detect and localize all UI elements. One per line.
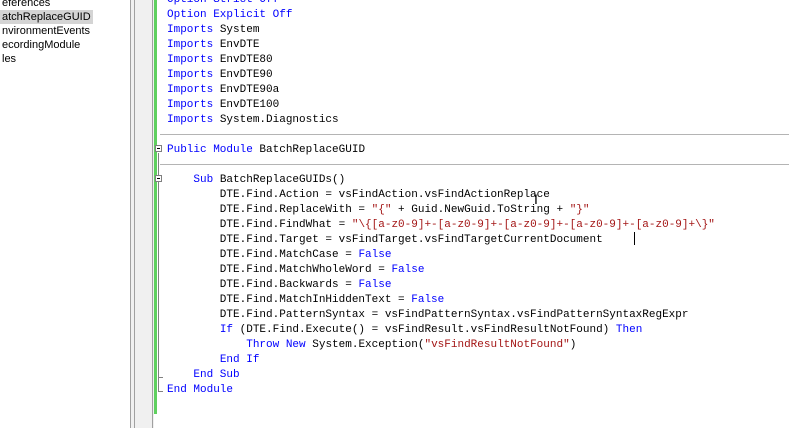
code-token: DTE.Find.MatchWholeWord = (167, 264, 392, 276)
code-line[interactable]: Imports EnvDTE90a (167, 83, 279, 98)
code-token: DTE.Find.PatternSyntax = vsFindPatternSy… (167, 309, 689, 321)
keyword-token: False (411, 294, 445, 306)
string-token: "vsFindResultNotFound" (424, 339, 570, 351)
code-token: System (213, 24, 260, 36)
code-line[interactable]: Imports EnvDTE90 (167, 68, 273, 83)
code-token: BatchReplaceGUIDs() (213, 174, 346, 186)
code-line[interactable]: Sub BatchReplaceGUIDs() (167, 173, 345, 188)
code-line[interactable]: Imports EnvDTE80 (167, 53, 273, 68)
keyword-token: False (358, 249, 392, 261)
code-token: DTE.Find.MatchCase = (167, 249, 359, 261)
code-token: ) (569, 339, 577, 351)
code-line[interactable]: Imports EnvDTE100 (167, 98, 279, 113)
code-line[interactable]: Public Module BatchReplaceGUID (167, 143, 365, 158)
code-token: (DTE.Find.Execute() = vsFindResult.vsFin… (233, 324, 616, 336)
code-token: DTE.Find.ReplaceWith = (167, 204, 372, 216)
collapse-icon[interactable] (155, 175, 162, 182)
keyword-token: End Module (167, 384, 234, 396)
keyword-token: Imports (167, 24, 214, 36)
project-explorer-tree: eferences atchReplaceGUID nvironmentEvents… (0, 0, 130, 428)
code-line[interactable]: DTE.Find.Backwards = False (167, 278, 392, 293)
keyword-token: End Sub (193, 369, 240, 381)
code-token: EnvDTE80 (213, 54, 273, 66)
keyword-token: Imports (167, 69, 214, 81)
code-token: EnvDTE90 (213, 69, 273, 81)
keyword-token: End If (219, 354, 260, 366)
code-token: EnvDTE90a (213, 84, 280, 96)
string-token: "{" (371, 204, 392, 216)
code-token: System.Diagnostics (213, 114, 339, 126)
code-line[interactable]: DTE.Find.Action = vsFindAction.vsFindAct… (167, 188, 550, 203)
code-line[interactable]: Imports System.Diagnostics (167, 113, 339, 128)
code-line[interactable]: Imports EnvDTE (167, 38, 259, 53)
changed-lines-margin (154, 0, 157, 414)
keyword-token: Imports (167, 114, 214, 126)
code-line[interactable]: End Module (167, 383, 233, 398)
keyword-token: Option Strict Off (167, 0, 280, 6)
tree-item[interactable]: les (0, 52, 18, 66)
code-token: DTE.Find.FindWhat = (167, 219, 352, 231)
code-line[interactable]: Option Explicit Off (167, 8, 292, 23)
string-token: "}" (569, 204, 590, 216)
code-token: DTE.Find.Backwards = (167, 279, 359, 291)
code-line[interactable]: Throw New System.Exception("vsFindResult… (167, 338, 576, 353)
code-line[interactable]: Imports System (167, 23, 259, 38)
keyword-token: Imports (167, 84, 214, 96)
code-line[interactable]: DTE.Find.PatternSyntax = vsFindPatternSy… (167, 308, 689, 323)
code-line[interactable]: If (DTE.Find.Execute() = vsFindResult.vs… (167, 323, 642, 338)
code-token: + Guid.NewGuid.ToString + (391, 204, 570, 216)
string-token: "\{[a-z0-9]+-[a-z0-9]+-[a-z0-9]+-[a-z0-9… (351, 219, 715, 231)
code-line[interactable]: DTE.Find.FindWhat = "\{[a-z0-9]+-[a-z0-9… (167, 218, 715, 233)
code-line[interactable]: DTE.Find.Target = vsFindTarget.vsFindTar… (167, 233, 603, 248)
keyword-token: Throw New (246, 339, 306, 351)
outline-end (158, 377, 163, 378)
keyword-token: Then (615, 324, 643, 336)
code-line[interactable]: DTE.Find.MatchWholeWord = False (167, 263, 425, 278)
code-token: System.Exception( (305, 339, 425, 351)
code-token: EnvDTE (213, 39, 260, 51)
i-beam-cursor-icon: I (534, 191, 538, 207)
keyword-token: Option Explicit Off (167, 9, 293, 21)
keyword-token: If (219, 324, 234, 336)
text-caret (634, 232, 635, 245)
code-token: DTE.Find.Target = vsFindTarget.vsFindTar… (167, 234, 603, 246)
code-line[interactable]: End Sub (167, 368, 240, 383)
tree-item[interactable]: ecordingModule (0, 38, 82, 52)
keyword-token: Imports (167, 54, 214, 66)
splitter-edge (152, 0, 153, 428)
keyword-token: Public Module (167, 144, 253, 156)
outline-guide (158, 183, 159, 378)
collapse-icon[interactable] (155, 145, 162, 152)
code-line[interactable]: DTE.Find.MatchInHiddenText = False (167, 293, 444, 308)
keyword-token: False (358, 279, 392, 291)
code-line[interactable]: End If (167, 353, 260, 368)
panel-splitter[interactable] (130, 0, 154, 428)
code-line[interactable]: DTE.Find.ReplaceWith = "{" + Guid.NewGui… (167, 203, 590, 218)
keyword-token: Sub (193, 174, 214, 186)
tree-item[interactable]: nvironmentEvents (0, 24, 92, 38)
code-line[interactable]: DTE.Find.MatchCase = False (167, 248, 392, 263)
procedure-separator (160, 164, 789, 165)
procedure-separator (160, 134, 789, 135)
code-editor[interactable]: Option Strict Off Option Explicit Off Impo… (154, 0, 789, 428)
tree-item[interactable]: atchReplaceGUID (0, 10, 93, 24)
code-token: DTE.Find.MatchInHiddenText = (167, 294, 412, 306)
keyword-token: Imports (167, 99, 214, 111)
outline-end (158, 391, 163, 392)
splitter-edge (130, 0, 131, 428)
keyword-token: Imports (167, 39, 214, 51)
tree-item[interactable]: eferences (0, 0, 52, 10)
code-token: BatchReplaceGUID (252, 144, 366, 156)
code-line[interactable]: Option Strict Off (167, 0, 279, 8)
splitter-edge (134, 0, 135, 428)
code-token: DTE.Find.Action = vsFindAction.vsFindAct… (167, 189, 550, 201)
keyword-token: False (391, 264, 425, 276)
code-token: EnvDTE100 (213, 99, 280, 111)
